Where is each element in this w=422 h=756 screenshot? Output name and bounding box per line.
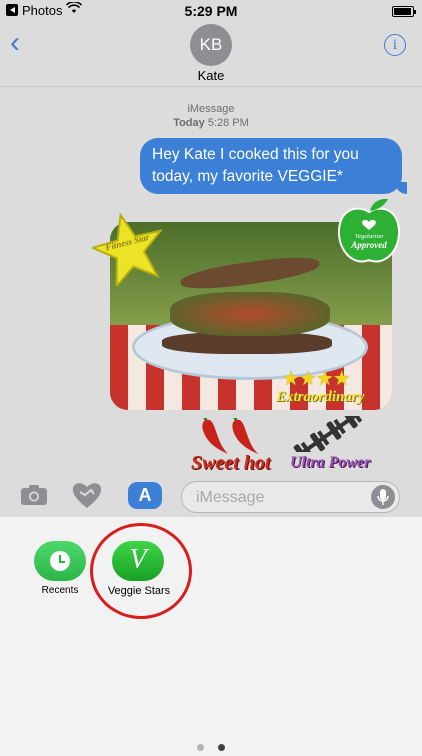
app-store-icon[interactable]: A	[128, 482, 162, 509]
veggie-filling	[170, 292, 330, 336]
vegetarian-approved-sticker[interactable]: Vegetarian Approved	[336, 196, 402, 266]
apple-sticker-line2: Approved	[350, 240, 387, 250]
contact-avatar[interactable]: KB	[190, 24, 232, 66]
microphone-icon[interactable]	[371, 485, 395, 509]
dumbbells-sticker[interactable]	[286, 416, 372, 452]
timestamp-line: Today 5:28 PM	[0, 116, 422, 130]
message-timestamp: iMessage Today 5:28 PM	[0, 102, 422, 130]
fitness-star-sticker[interactable]: Fitness Star	[92, 212, 166, 286]
message-input[interactable]	[181, 481, 400, 513]
conversation-view: Photos 5:29 PM ‹ KB Kate i iMessage Toda…	[0, 0, 422, 517]
extraordinary-stars-sticker[interactable]: ★★★★	[282, 368, 351, 390]
camera-icon[interactable]	[20, 484, 48, 506]
clock-icon	[50, 551, 70, 571]
conversation-header: ‹ KB Kate i	[0, 22, 422, 87]
status-bar: Photos 5:29 PM	[0, 0, 422, 22]
imessage-app-drawer: Recents V Veggie Stars	[0, 517, 422, 751]
highlight-circle	[90, 523, 192, 619]
chevron-left-icon[interactable]: ‹	[10, 28, 20, 58]
extraordinary-text[interactable]: Extraordinary	[276, 389, 364, 406]
timestamp-time: 5:28 PM	[207, 117, 249, 129]
info-icon[interactable]: i	[384, 34, 406, 56]
message-input-bar: A	[0, 474, 422, 517]
sweet-hot-text[interactable]: Sweet hot	[191, 452, 270, 475]
status-time: 5:29 PM	[184, 3, 238, 19]
recents-label: Recents	[41, 585, 79, 596]
outgoing-message-bubble[interactable]: Hey Kate I cooked this for you today, my…	[140, 138, 407, 194]
battery-icon	[392, 6, 416, 17]
apple-sticker-line1: Vegetarian	[355, 233, 383, 240]
service-label: iMessage	[187, 103, 235, 115]
chili-peppers-sticker[interactable]	[198, 418, 262, 456]
heart-icon[interactable]	[72, 481, 102, 509]
message-text-field[interactable]	[194, 486, 368, 510]
page-indicator[interactable]	[0, 738, 422, 756]
recents-app-button[interactable]	[34, 541, 86, 581]
timestamp-day: Today	[173, 117, 205, 129]
contact-name[interactable]: Kate	[0, 68, 422, 83]
ultra-power-text[interactable]: Ultra Power	[290, 454, 370, 472]
